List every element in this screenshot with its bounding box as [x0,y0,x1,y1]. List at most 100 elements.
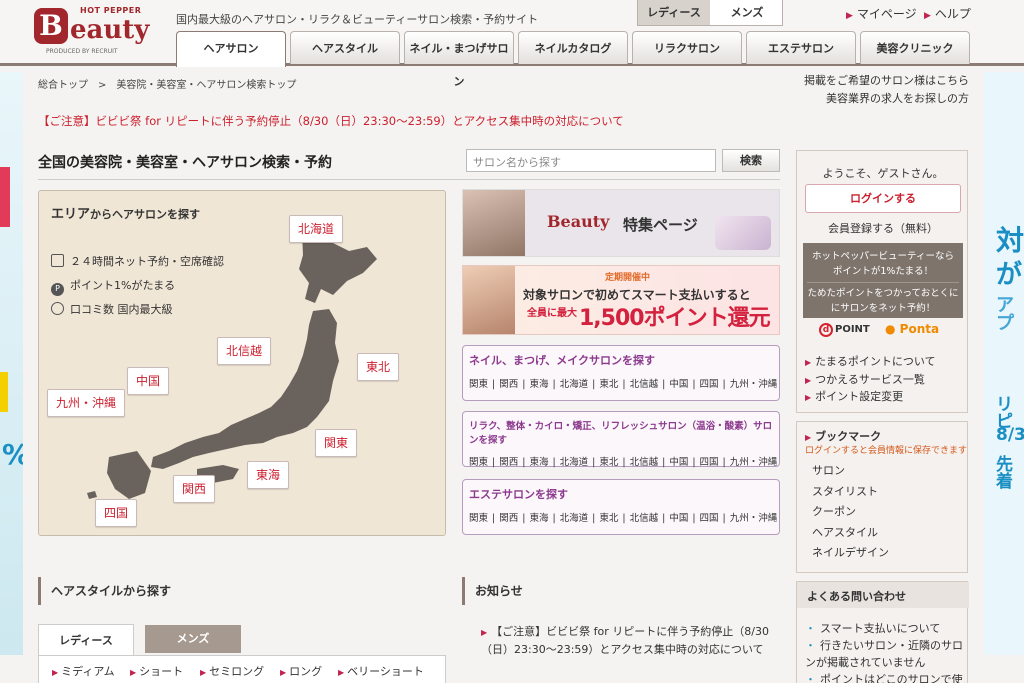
point-line-4: にサロンをネット予約！ [830,303,936,314]
category-title[interactable]: リラク、整体・カイロ・矯正、リフレッシュサロン（温浴・酸素）サロンを探す [463,412,779,446]
region-kansai[interactable]: 関西 [173,475,216,503]
length-semilong-link[interactable]: ▶ セミロング [200,663,264,679]
right-ad-strip[interactable]: 対 が アプ リピ 8/3 先着 [984,72,1024,655]
tab-beauty-clinic[interactable]: 美容クリニック [860,31,970,64]
region-link[interactable]: 北海道 [560,457,589,468]
breadcrumb[interactable]: 総合トップ > 美容院・美容室・ヘアサロン検索トップ [38,76,296,91]
faq-item[interactable]: ・スマート支払いについて [805,620,963,637]
mypage-link[interactable]: ▶ マイページ [846,5,917,22]
region-link[interactable]: 中国 [669,379,688,390]
region-chugoku[interactable]: 中国 [127,367,170,395]
help-link[interactable]: ▶ ヘルプ [924,5,971,22]
region-tokai[interactable]: 東海 [247,461,290,489]
region-link[interactable]: 北海道 [560,513,589,524]
tab-relax-salon[interactable]: リラクサロン [632,31,742,64]
bookmark-nail-design[interactable]: ネイルデザイン [812,544,889,560]
region-link[interactable]: 九州・沖縄 [730,513,778,524]
region-link[interactable]: 東海 [529,457,548,468]
banner-nail-image [715,216,771,250]
region-shikoku[interactable]: 四国 [95,499,138,527]
region-link[interactable]: 関西 [499,379,518,390]
left-ad-strip[interactable]: % [0,72,23,655]
smart-pay-promo-banner[interactable]: 定期開催中 対象サロンで初めてスマート支払いすると 全員に最大 1,500ポイン… [462,265,780,335]
length-long-link[interactable]: ▶ ロング [280,663,322,679]
banner-title: 特集ページ [623,216,698,234]
region-link[interactable]: 関東 [469,513,488,524]
promo-line-2: 全員に最大 [527,308,577,319]
region-link[interactable]: 北信越 [630,457,659,468]
search-button[interactable]: 検索 [722,149,780,172]
region-link[interactable]: 東北 [599,379,618,390]
region-link[interactable]: 関東 [469,457,488,468]
tab-esthe-salon[interactable]: エステサロン [746,31,856,64]
length-veryshort-link[interactable]: ▶ ベリーショート [338,663,424,679]
page-title: 全国の美容院・美容室・ヘアサロン検索・予約 [38,155,332,171]
logo-hotpepper: HOT PEPPER [80,6,142,15]
region-kanto[interactable]: 関東 [315,429,358,457]
monitor-icon [51,254,64,267]
bookmark-coupon[interactable]: クーポン [812,503,856,519]
tab-mens[interactable]: メンズ [145,625,241,653]
bookmark-panel: ▶ ブックマーク ログインすると会員情報に保存できます サロン スタイリスト クー… [796,421,968,573]
tab-nail-catalog[interactable]: ネイルカタログ [518,31,628,64]
promo-line-3: 1,500ポイント還元 [579,306,771,331]
region-link[interactable]: 北信越 [630,379,659,390]
login-button[interactable]: ログインする [805,184,961,213]
ponta-icon: ● [885,322,896,336]
gender-mens-tab[interactable]: メンズ [710,0,784,25]
gender-ladies-tab[interactable]: レディース [638,0,710,25]
region-link[interactable]: 九州・沖縄 [730,379,778,390]
region-link[interactable]: 東海 [529,513,548,524]
tab-nail-eyelash[interactable]: ネイル・まつげサロン [404,31,514,88]
bullet-icon: ・ [805,639,816,652]
recruit-link[interactable]: 美容業界の求人をお探しの方 [804,90,969,108]
region-link[interactable]: 東海 [529,379,548,390]
tab-hairstyle[interactable]: ヘアスタイル [290,31,400,64]
region-link[interactable]: 四国 [700,457,719,468]
bookmark-salon[interactable]: サロン [812,462,845,478]
faq-item[interactable]: ・行きたいサロン・近隣のサロンが掲載されていません [805,637,963,671]
notice-link[interactable]: 【ご注意】ビビビ祭 for リピートに伴う予約停止（8/30（日）23:30～2… [38,113,624,129]
region-tohoku[interactable]: 東北 [357,353,400,381]
special-feature-banner[interactable]: Beauty 特集ページ [462,189,780,257]
point-about-link[interactable]: ▶ たまるポイントについて [805,353,936,369]
tab-hair-salon[interactable]: ヘアサロン [176,31,286,67]
region-link[interactable]: 九州・沖縄 [730,457,778,468]
region-link[interactable]: 中国 [669,457,688,468]
category-title[interactable]: ネイル、まつげ、メイクサロンを探す [463,346,779,368]
point-settings-link[interactable]: ▶ ポイント設定変更 [805,388,903,404]
region-link[interactable]: 関西 [499,457,518,468]
length-short-link[interactable]: ▶ ショート [130,663,183,679]
region-link[interactable]: 東北 [599,513,618,524]
salon-search-input[interactable]: サロン名から探す [466,149,716,172]
region-link[interactable]: 中国 [669,513,688,524]
point-services-link[interactable]: ▶ つかえるサービス一覧 [805,371,925,387]
left-ad-accent-yellow [0,372,8,412]
category-title[interactable]: エステサロンを探す [463,480,779,502]
register-link[interactable]: 会員登録する（無料） [797,220,969,236]
bookmark-hairstyle[interactable]: ヘアスタイル [812,524,878,540]
promo-tag: 定期開催中 [605,273,651,283]
region-link[interactable]: 関西 [499,513,518,524]
faq-item-label: スマート支払いについて [820,622,941,635]
region-link[interactable]: 北海道 [560,379,589,390]
region-link[interactable]: 北信越 [630,513,659,524]
news-item[interactable]: ▶ 【ご注意】ビビビ祭 for リピートに伴う予約停止（8/30（日）23:30～… [481,623,771,658]
category-region-links: 関東 | 関西 | 東海 | 北海道 | 東北 | 北信越 | 中国 | 四国 | 九州・沖縄 [469,379,778,390]
region-link[interactable]: 四国 [700,513,719,524]
listing-request-link[interactable]: 掲載をご希望のサロン様はこちら [804,72,969,90]
tab-ladies[interactable]: レディース [38,624,134,656]
right-ad-text-3: アプ [996,295,1014,334]
region-hokkaido[interactable]: 北海道 [289,215,344,243]
faq-item[interactable]: ・ポイントはどこのサロンで使 [805,671,963,683]
category-relax-box: リラク、整体・カイロ・矯正、リフレッシュサロン（温浴・酸素）サロンを探す 関東 |… [462,411,780,468]
site-logo[interactable]: B HOT PEPPER eauty PRODUCED BY RECRUIT [34,6,154,58]
region-kyushu-okinawa[interactable]: 九州・沖縄 [47,389,126,417]
logo-produced-by: PRODUCED BY RECRUIT [46,48,118,55]
region-link[interactable]: 四国 [700,379,719,390]
region-link[interactable]: 関東 [469,379,488,390]
length-medium-link[interactable]: ▶ ミディアム [52,663,115,679]
bookmark-stylist[interactable]: スタイリスト [812,483,878,499]
region-link[interactable]: 東北 [599,457,618,468]
region-hokushinetsu[interactable]: 北信越 [217,337,272,365]
